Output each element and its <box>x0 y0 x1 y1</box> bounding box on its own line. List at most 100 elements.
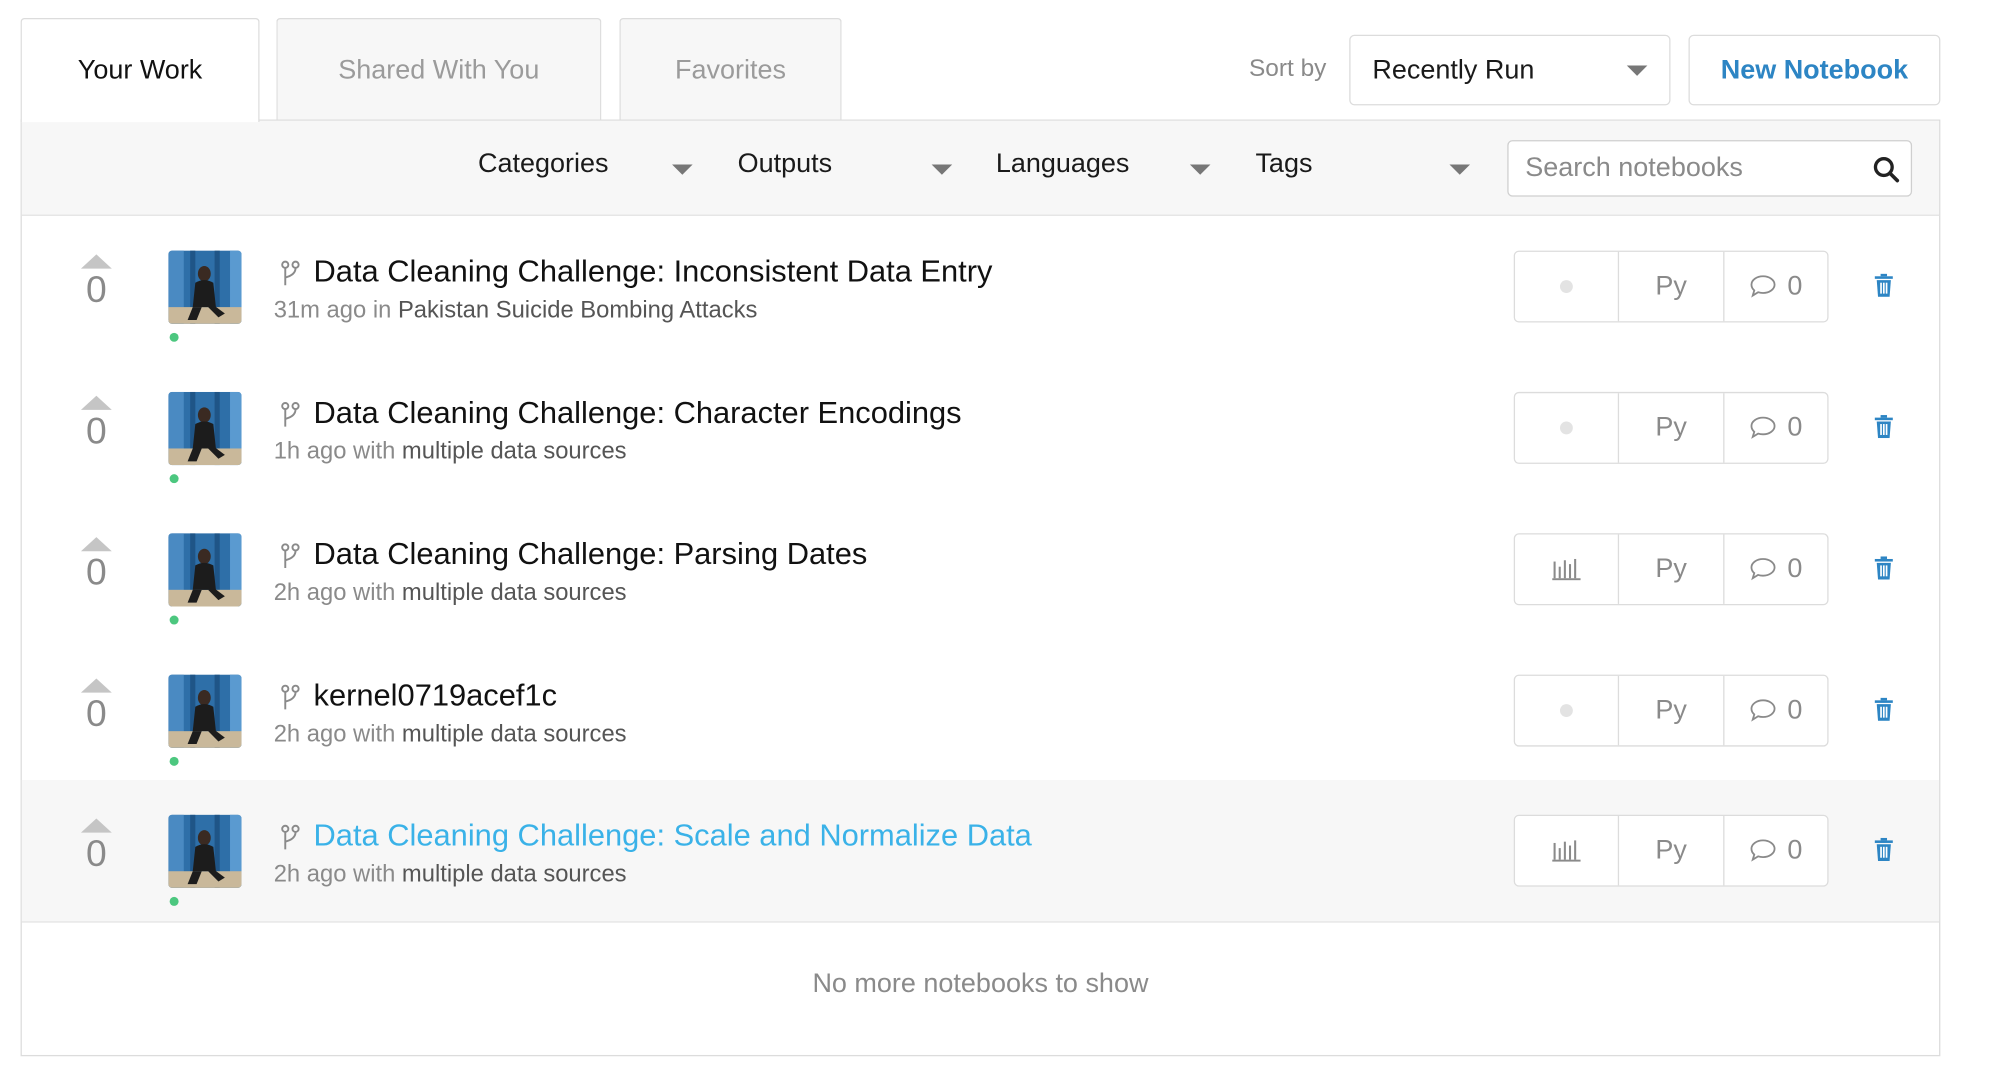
trash-icon[interactable] <box>1874 556 1895 580</box>
notebook-connector: with <box>353 859 396 887</box>
notebook-time: 1h ago <box>273 436 347 464</box>
output-button[interactable] <box>1515 675 1620 746</box>
filter-categories-dropdown[interactable]: Categories <box>478 149 703 188</box>
notebook-source-link[interactable]: multiple data sources <box>402 720 627 747</box>
sort-select-value: Recently Run <box>1372 54 1535 85</box>
online-status-indicator <box>169 756 179 766</box>
sort-select[interactable]: Recently Run <box>1349 34 1671 106</box>
comments-button[interactable]: 0 <box>1724 816 1827 885</box>
comments-button[interactable]: 0 <box>1724 676 1827 745</box>
comments-button[interactable]: 0 <box>1724 393 1827 462</box>
notebook-source-link[interactable]: multiple data sources <box>402 437 627 464</box>
notebook-actions: Py 0 <box>1513 250 1829 323</box>
notebooks-page: Your Work Shared With You Favorites Sort… <box>0 0 1992 1079</box>
notebook-title-link[interactable]: Data Cleaning Challenge: Parsing Dates <box>314 537 868 573</box>
comments-button[interactable]: 0 <box>1724 535 1827 604</box>
new-notebook-button[interactable]: New Notebook <box>1688 34 1941 106</box>
tab-shared-with-you[interactable]: Shared With You <box>276 17 602 121</box>
comment-count: 0 <box>1787 271 1803 301</box>
filter-tags-label: Tags <box>1255 149 1313 179</box>
language-badge[interactable]: Py <box>1620 815 1725 886</box>
language-badge[interactable]: Py <box>1620 534 1725 604</box>
online-status-indicator <box>169 615 179 625</box>
language-badge[interactable]: Py <box>1620 675 1725 746</box>
search-box <box>1507 140 1913 197</box>
online-status-indicator <box>169 474 179 484</box>
language-badge[interactable]: Py <box>1620 251 1725 322</box>
vote-widget: 0 <box>80 818 113 876</box>
vote-count: 0 <box>85 833 107 876</box>
avatar[interactable] <box>168 391 242 466</box>
output-button[interactable] <box>1515 393 1620 463</box>
notebook-meta: 2h ago with multiple data sources <box>274 860 627 888</box>
notebook-time: 2h ago <box>273 859 347 887</box>
notebook-meta: 2h ago with multiple data sources <box>274 578 627 606</box>
search-input[interactable] <box>1508 141 1862 196</box>
avatar[interactable] <box>168 533 242 607</box>
trash-icon[interactable] <box>1874 415 1895 439</box>
search-icon[interactable] <box>1872 155 1900 183</box>
avatar[interactable] <box>168 814 242 888</box>
status-dot-icon <box>1560 280 1574 293</box>
avatar[interactable] <box>168 674 242 748</box>
notebook-meta: 31m ago in Pakistan Suicide Bombing Atta… <box>274 296 758 324</box>
comment-icon <box>1750 275 1776 298</box>
avatar[interactable] <box>168 250 242 324</box>
filter-bar: Categories Outputs Languages Tags <box>21 120 1940 216</box>
notebook-connector: with <box>353 719 396 747</box>
notebook-connector: with <box>353 578 396 606</box>
notebook-row: 0 Data Cleaning Challenge: Character Enc… <box>22 357 1939 498</box>
trash-icon[interactable] <box>1874 697 1895 721</box>
notebook-time: 2h ago <box>273 719 347 747</box>
filter-outputs-label: Outputs <box>737 149 833 179</box>
notebook-time: 31m ago <box>273 295 367 323</box>
bar-chart-icon <box>1552 558 1581 581</box>
chevron-down-icon <box>1449 164 1471 175</box>
notebook-source-link[interactable]: multiple data sources <box>402 860 627 887</box>
notebook-row: 0 Data Cleaning Challenge: Inconsistent … <box>22 216 1939 357</box>
upvote-icon[interactable] <box>80 254 112 269</box>
comment-icon <box>1750 699 1776 722</box>
output-button[interactable] <box>1515 534 1620 604</box>
upvote-icon[interactable] <box>80 395 112 410</box>
notebook-source-link[interactable]: Pakistan Suicide Bombing Attacks <box>398 296 757 323</box>
filter-outputs-dropdown[interactable]: Outputs <box>738 149 963 188</box>
comment-icon <box>1750 416 1776 439</box>
vote-widget: 0 <box>80 678 113 734</box>
notebook-actions: Py 0 <box>1513 814 1829 887</box>
comments-button[interactable]: 0 <box>1724 252 1827 321</box>
chevron-down-icon <box>931 164 953 175</box>
trash-icon[interactable] <box>1874 837 1895 861</box>
vote-widget: 0 <box>80 395 113 451</box>
bar-chart-icon <box>1552 840 1581 862</box>
language-badge[interactable]: Py <box>1620 393 1725 463</box>
notebook-title-link[interactable]: Data Cleaning Challenge: Inconsistent Da… <box>314 254 993 290</box>
notebook-connector: in <box>372 295 392 323</box>
filter-categories-label: Categories <box>478 149 609 179</box>
tab-your-work[interactable]: Your Work <box>20 17 260 123</box>
notebook-connector: with <box>353 436 396 464</box>
status-dot-icon <box>1560 704 1574 718</box>
upvote-icon[interactable] <box>80 818 112 833</box>
fork-icon <box>281 684 300 710</box>
notebook-actions: Py 0 <box>1513 391 1829 464</box>
no-more-notebooks-message: No more notebooks to show <box>812 968 1149 999</box>
notebook-meta: 2h ago with multiple data sources <box>274 720 627 748</box>
trash-icon[interactable] <box>1874 273 1895 297</box>
sort-by-label: Sort by <box>1249 55 1327 83</box>
notebook-title-link[interactable]: kernel0719acef1c <box>314 678 557 714</box>
upvote-icon[interactable] <box>80 537 112 552</box>
notebook-source-link[interactable]: multiple data sources <box>402 578 627 605</box>
upvote-icon[interactable] <box>80 678 112 693</box>
notebook-row: 0 Data Cleaning Challenge: Scale and Nor… <box>21 779 1940 922</box>
chevron-down-icon <box>672 164 693 175</box>
comment-count: 0 <box>1787 412 1803 443</box>
filter-languages-dropdown[interactable]: Languages <box>996 149 1221 188</box>
comment-count: 0 <box>1787 835 1803 865</box>
output-button[interactable] <box>1515 815 1620 886</box>
filter-tags-dropdown[interactable]: Tags <box>1255 149 1480 188</box>
tab-favorites[interactable]: Favorites <box>619 17 842 121</box>
notebook-title-link[interactable]: Data Cleaning Challenge: Scale and Norma… <box>314 819 1032 855</box>
notebook-title-link[interactable]: Data Cleaning Challenge: Character Encod… <box>314 396 962 432</box>
output-button[interactable] <box>1515 251 1620 322</box>
